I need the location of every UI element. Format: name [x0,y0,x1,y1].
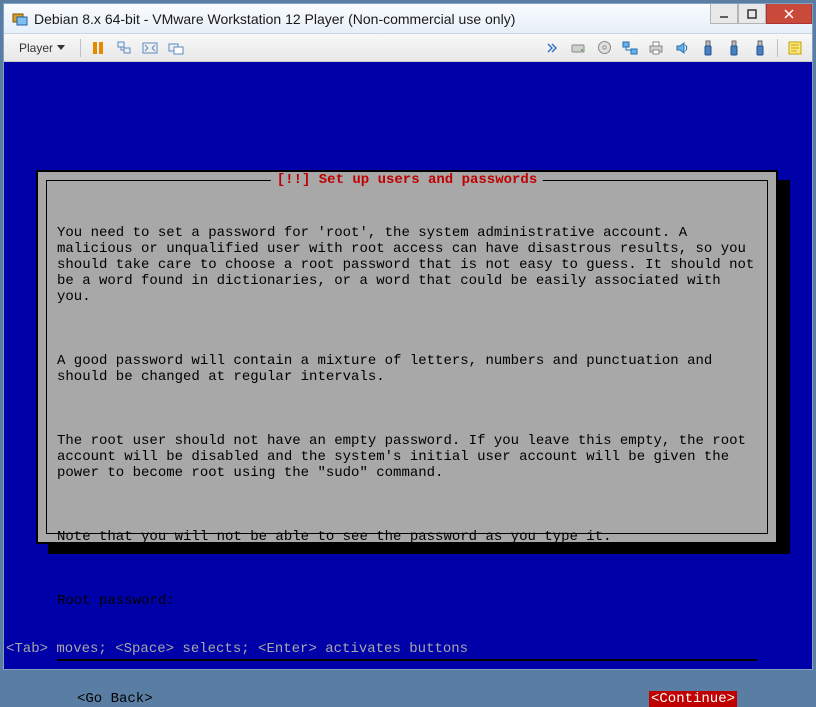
hdd-icon [570,41,586,55]
fullscreen-icon [142,42,158,54]
para-emptypw: The root user should not have an empty p… [57,433,757,481]
player-menu-label: Player [19,41,53,55]
collapse-devices-button[interactable] [543,39,561,57]
app-window: Debian 8.x 64-bit - VMware Workstation 1… [3,3,813,670]
sound-button[interactable] [673,39,691,57]
window-title: Debian 8.x 64-bit - VMware Workstation 1… [34,11,515,27]
toolbar-separator [80,39,81,57]
unity-button[interactable] [167,39,185,57]
para-note: Note that you will not be able to see th… [57,529,757,545]
cad-icon [116,41,132,55]
dialog-frame: [!!] Set up users and passwords You need… [46,180,768,534]
fullscreen-button[interactable] [141,39,159,57]
send-ctrl-alt-del-button[interactable] [115,39,133,57]
speaker-icon [675,41,689,55]
continue-button[interactable]: <Continue> [649,691,737,707]
dropdown-icon [57,45,65,51]
player-menu-button[interactable]: Player [12,38,72,58]
printer-button[interactable] [647,39,665,57]
pause-icon [93,42,103,54]
keyboard-hint: <Tab> moves; <Space> selects; <Enter> ac… [6,641,468,657]
field-label: Root password: [57,593,757,609]
dialog-title: [!!] Set up users and passwords [271,172,543,188]
usb-icon [755,40,765,56]
dialog-buttons: <Go Back> <Continue> [57,691,757,707]
vmware-app-icon [12,11,28,27]
para-goodpw: A good password will contain a mixture o… [57,353,757,385]
usb-icon [703,40,713,56]
vm-display[interactable]: [!!] Set up users and passwords You need… [4,62,812,669]
disc-icon [597,40,612,55]
installer-dialog: [!!] Set up users and passwords You need… [36,170,778,544]
note-icon [788,41,802,55]
chevrons-icon [547,43,557,53]
maximize-button[interactable] [738,4,766,24]
minimize-button[interactable] [710,4,738,24]
usb2-button[interactable] [725,39,743,57]
hard-disk-button[interactable] [569,39,587,57]
network-icon [622,41,638,55]
usb1-button[interactable] [699,39,717,57]
titlebar: Debian 8.x 64-bit - VMware Workstation 1… [4,4,812,34]
toolbar-separator [777,39,778,57]
close-button[interactable] [766,4,812,24]
go-back-button[interactable]: <Go Back> [77,691,153,707]
messages-button[interactable] [786,39,804,57]
printer-icon [648,41,664,55]
usb3-button[interactable] [751,39,769,57]
unity-icon [168,41,184,55]
para-intro: You need to set a password for 'root', t… [57,225,757,305]
usb-icon [729,40,739,56]
network-adapter-button[interactable] [621,39,639,57]
dialog-body: You need to set a password for 'root', t… [57,193,757,641]
pause-button[interactable] [89,39,107,57]
toolbar: Player [4,34,812,62]
cd-dvd-button[interactable] [595,39,613,57]
window-controls [710,4,812,24]
